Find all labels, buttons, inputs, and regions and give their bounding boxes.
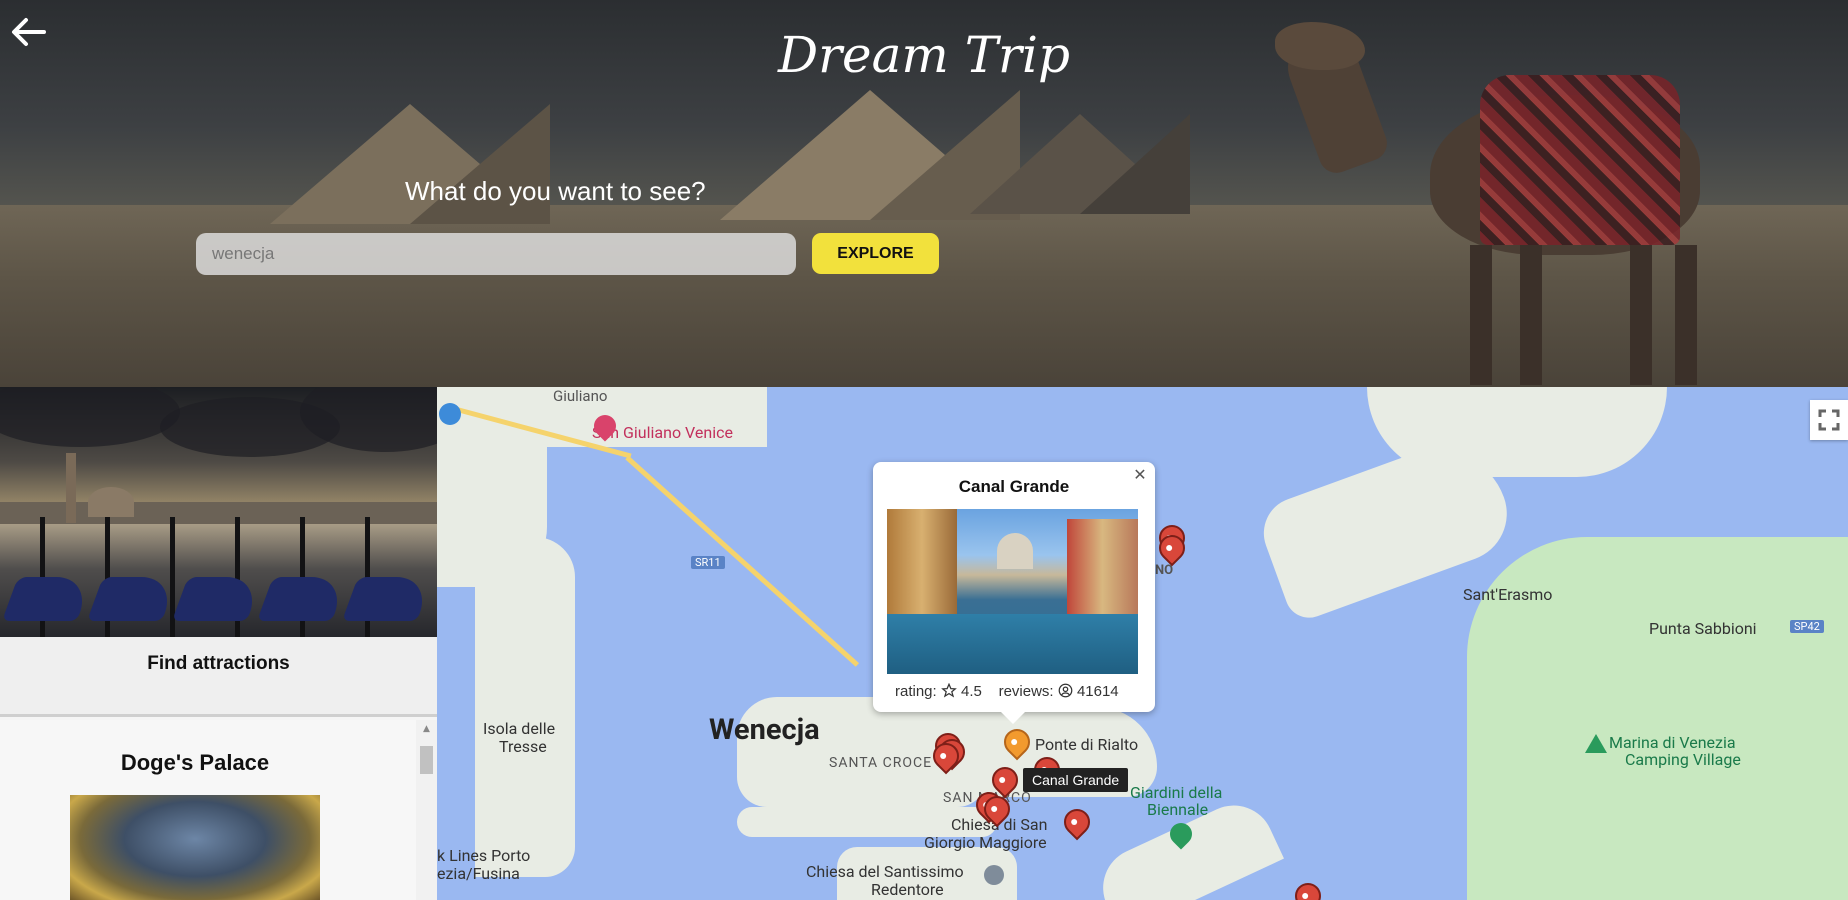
star-icon (941, 682, 957, 698)
reviews-label: reviews: (998, 683, 1054, 700)
reviews-value: 41614 (1076, 683, 1119, 700)
scroll-thumb[interactable] (420, 746, 433, 774)
map-label-ezia-fusina: ezia/Fusina (437, 864, 520, 883)
building (1067, 519, 1138, 629)
map-label-punta-sabbioni: Punta Sabbioni (1649, 619, 1757, 638)
attractions-panel: Find attractions Doge's Palace ▲ (0, 387, 437, 900)
map-label-ponte-rialto: Ponte di Rialto (1035, 735, 1139, 754)
camel-leg (1675, 245, 1697, 385)
church-dome (88, 487, 134, 517)
northern-islands (1367, 387, 1667, 477)
search-input[interactable] (196, 233, 796, 275)
cloud (0, 387, 180, 447)
app-title: Dream Trip (778, 26, 1070, 84)
user-circle-icon (1058, 683, 1073, 698)
scroll-up-arrow-icon[interactable]: ▲ (416, 724, 437, 734)
venice-gondolas-photo (0, 387, 437, 637)
map-label-camping: Camping Village (1625, 750, 1741, 769)
hero-banner: Dream Trip What do you want to see? EXPL… (0, 0, 1848, 387)
rating-value: 4.5 (961, 683, 982, 700)
camel-leg (1630, 245, 1652, 385)
map-label-wenecja: Wenecja (709, 713, 820, 747)
attraction-list[interactable]: Doge's Palace (0, 720, 416, 900)
attraction-image[interactable] (70, 795, 320, 900)
church-icon[interactable] (984, 865, 1004, 885)
attraction-list-scrollbar[interactable]: ▲ (416, 720, 437, 900)
transit-icon[interactable] (439, 403, 461, 425)
popup-title: Canal Grande (958, 477, 1070, 496)
search-question: What do you want to see? (405, 176, 706, 206)
map-view[interactable]: Giuliano San Giuliano Venice SR11 Sant'E… (437, 387, 1848, 900)
rating-label: rating: (895, 683, 937, 700)
map-label-chiesa-santissimo: Chiesa del Santissimo (806, 862, 964, 881)
map-label-tresse: Tresse (499, 737, 547, 756)
pyramid-shadow (1080, 114, 1190, 214)
canal-grande-photo (887, 509, 1138, 674)
map-label-isola-delle: Isola delle (483, 719, 556, 738)
attraction-pin-icon[interactable] (1289, 877, 1327, 900)
popup-stats: rating: 4.5 reviews: 41614 (895, 682, 1119, 700)
find-attractions-button[interactable]: Find attractions (0, 637, 437, 717)
map-label-redentore: Redentore (871, 880, 944, 899)
canal-water (887, 614, 1138, 674)
map-label-lines-porto: k Lines Porto (437, 846, 531, 865)
map-label-biennale: Biennale (1147, 800, 1209, 819)
map-label-giuliano: Giuliano (553, 387, 608, 405)
industrial-area (475, 537, 575, 877)
building (887, 509, 957, 629)
attraction-title[interactable]: Doge's Palace (0, 750, 390, 776)
camping-icon[interactable] (1585, 734, 1607, 753)
map-label-sr11: SR11 (691, 556, 725, 569)
camel-leg (1520, 245, 1542, 385)
map-label-giorgio: Giorgio Maggiore (924, 833, 1047, 852)
map-label-santa-croce: SANTA CROCE (829, 755, 933, 771)
explore-button[interactable]: EXPLORE (812, 233, 939, 274)
fullscreen-icon (1818, 409, 1840, 431)
attraction-info-popup: ✕ Canal Grande rating: 4.5 reviews: 4161… (873, 462, 1155, 724)
camel-leg (1470, 245, 1492, 385)
camel-blanket (1480, 75, 1680, 245)
map-label-sant-erasmo: Sant'Erasmo (1463, 585, 1553, 604)
fullscreen-button[interactable] (1810, 400, 1848, 440)
marker-tooltip: Canal Grande (1023, 768, 1129, 792)
map-label-sp42: SP42 (1790, 620, 1824, 633)
salute-dome (997, 533, 1033, 569)
campanile (66, 453, 76, 523)
road-sr11 (625, 455, 860, 667)
attraction-pin-icon[interactable] (1058, 803, 1096, 841)
